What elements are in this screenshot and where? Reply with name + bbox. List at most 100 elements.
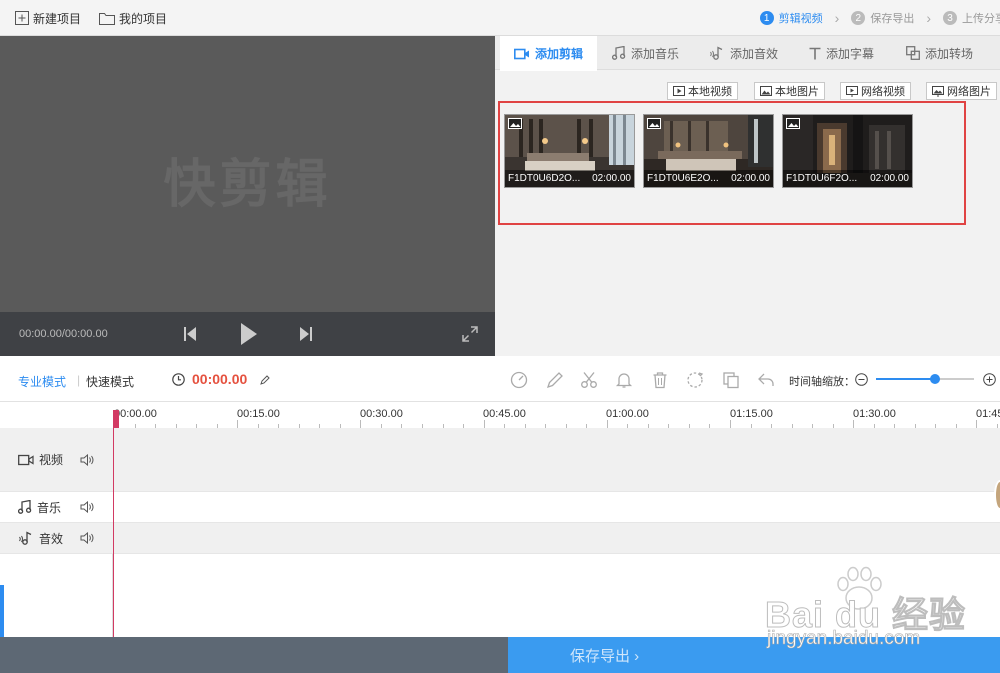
online-image-button[interactable]: 网络图片 <box>926 82 997 100</box>
side-tab[interactable] <box>0 585 4 645</box>
ruler-tick <box>730 420 731 428</box>
ruler-label: 01:30.00 <box>853 408 896 420</box>
clip-caption: F1DT0U6F2O... 02:00.00 <box>783 170 912 187</box>
local-image-button[interactable]: 本地图片 <box>754 82 825 100</box>
volume-icon[interactable] <box>80 501 94 513</box>
copy-icon[interactable] <box>722 371 740 389</box>
ruler-tick <box>853 420 854 428</box>
video-track: 视频 <box>0 428 1000 492</box>
paw-print-icon <box>837 566 882 610</box>
music-track-lane[interactable] <box>113 492 1000 522</box>
music-note-icon <box>18 500 32 514</box>
media-clip[interactable]: F1DT0U6D2O... 02:00.00 <box>504 114 635 188</box>
zoom-label: 时间轴缩放： <box>789 376 855 388</box>
ruler-label: 00:00.00 <box>114 408 157 420</box>
bell-icon[interactable] <box>615 371 633 389</box>
edge-handle[interactable] <box>994 480 1000 510</box>
edit-icon[interactable] <box>546 371 564 389</box>
ruler-label: 01:00.00 <box>606 408 649 420</box>
clip-duration: 02:00.00 <box>592 173 631 184</box>
fullscreen-icon[interactable] <box>462 326 478 342</box>
clip-duration: 02:00.00 <box>731 173 770 184</box>
chevron-right-icon: › <box>926 10 931 26</box>
tab-add-sound-effect[interactable]: 添加音效 <box>709 36 778 70</box>
folder-icon <box>99 12 115 25</box>
step-number: 3 <box>943 11 957 25</box>
previous-icon[interactable] <box>184 327 196 341</box>
playhead-handle[interactable] <box>113 410 119 428</box>
image-type-icon <box>786 118 800 129</box>
pencil-icon[interactable] <box>260 375 270 385</box>
pro-mode-tab[interactable]: 专业模式 <box>18 373 66 390</box>
track-label: 音效 <box>39 531 64 546</box>
video-track-lane[interactable] <box>113 428 1000 491</box>
sound-effect-track-lane[interactable] <box>113 523 1000 553</box>
volume-icon[interactable] <box>80 453 94 466</box>
step-indicator: 1 剪辑视频 › 2 保存导出 › 3 上传分享 <box>759 0 1000 36</box>
speed-icon[interactable] <box>510 371 528 389</box>
playhead-line[interactable] <box>113 410 114 637</box>
tab-add-subtitle[interactable]: 添加字幕 <box>809 36 874 70</box>
tab-add-clip[interactable]: 添加剪辑 <box>500 36 598 71</box>
text-icon <box>809 47 821 59</box>
volume-icon[interactable] <box>80 532 94 544</box>
undo-icon[interactable] <box>757 371 775 389</box>
ruler-tick <box>360 420 361 428</box>
time-ruler[interactable]: 00:00.00 00:15.00 00:30.00 00:45.00 01:0… <box>0 402 1000 428</box>
clip-duration: 02:00.00 <box>870 173 909 184</box>
media-panel: 添加剪辑 添加音乐 添加音效 添加字幕 添加转场 本地视频 本地图片 网络视频 … <box>495 36 1000 356</box>
media-clip[interactable]: F1DT0U6E2O... 02:00.00 <box>643 114 774 188</box>
clip-name: F1DT0U6D2O... <box>508 173 581 184</box>
ruler-tick <box>607 420 608 428</box>
step-label: 剪辑视频 <box>778 13 823 25</box>
next-icon[interactable] <box>300 327 312 341</box>
video-camera-icon <box>514 48 529 59</box>
video-preview: 快剪辑 00:00.00/00:00.00 <box>0 36 495 356</box>
source-label: 网络视频 <box>861 86 905 98</box>
source-label: 本地视频 <box>688 86 732 98</box>
clip-name: F1DT0U6F2O... <box>786 173 858 184</box>
online-video-button[interactable]: 网络视频 <box>840 82 911 100</box>
music-track-header: 音乐 <box>0 492 113 522</box>
track-label: 音乐 <box>37 500 62 515</box>
chevron-right-icon: › <box>834 10 840 26</box>
local-video-button[interactable]: 本地视频 <box>667 82 738 100</box>
current-time: 00:00.00 <box>192 371 248 387</box>
step-share: 3 上传分享 <box>943 10 1000 26</box>
image-type-icon <box>647 118 661 129</box>
plus-box-icon <box>15 11 29 25</box>
mode-divider: | <box>77 373 81 387</box>
fast-mode-tab[interactable]: 快速模式 <box>86 373 134 390</box>
ruler-label: 00:45.00 <box>483 408 526 420</box>
clip-caption: F1DT0U6D2O... 02:00.00 <box>505 170 634 187</box>
top-bar: 新建项目 我的项目 1 剪辑视频 › 2 保存导出 › 3 上传分享 <box>0 0 1000 36</box>
my-projects-button[interactable]: 我的项目 <box>99 9 167 27</box>
zoom-in-icon[interactable] <box>983 373 996 386</box>
image-file-icon <box>760 86 772 96</box>
clip-name: F1DT0U6E2O... <box>647 173 719 184</box>
video-camera-icon <box>18 454 34 465</box>
zoom-slider-handle[interactable] <box>930 374 940 384</box>
trash-icon[interactable] <box>651 371 669 389</box>
tab-label: 添加转场 <box>925 46 974 61</box>
zoom-out-icon[interactable] <box>855 373 868 386</box>
ruler-label: 00:15.00 <box>237 408 280 420</box>
tab-label: 添加音乐 <box>631 46 680 61</box>
play-icon[interactable] <box>241 323 257 345</box>
track-label: 视频 <box>39 453 64 467</box>
scissors-icon[interactable] <box>580 371 598 389</box>
player-controls: 00:00.00/00:00.00 <box>0 312 495 356</box>
save-export-button[interactable]: 保存导出 › <box>508 637 1000 673</box>
step-label: 上传分享 <box>962 13 1000 25</box>
new-project-button[interactable]: 新建项目 <box>15 9 81 27</box>
my-projects-label: 我的项目 <box>119 11 168 26</box>
bottom-bar: 保存导出 › <box>0 637 1000 673</box>
media-clip[interactable]: F1DT0U6F2O... 02:00.00 <box>782 114 913 188</box>
tab-add-music[interactable]: 添加音乐 <box>612 36 679 70</box>
video-file-icon <box>673 86 685 96</box>
source-label: 本地图片 <box>775 86 819 98</box>
tab-add-transition[interactable]: 添加转场 <box>906 36 973 70</box>
crop-rotate-icon[interactable] <box>686 371 704 389</box>
new-project-label: 新建项目 <box>33 11 82 26</box>
step-number: 1 <box>759 11 774 25</box>
